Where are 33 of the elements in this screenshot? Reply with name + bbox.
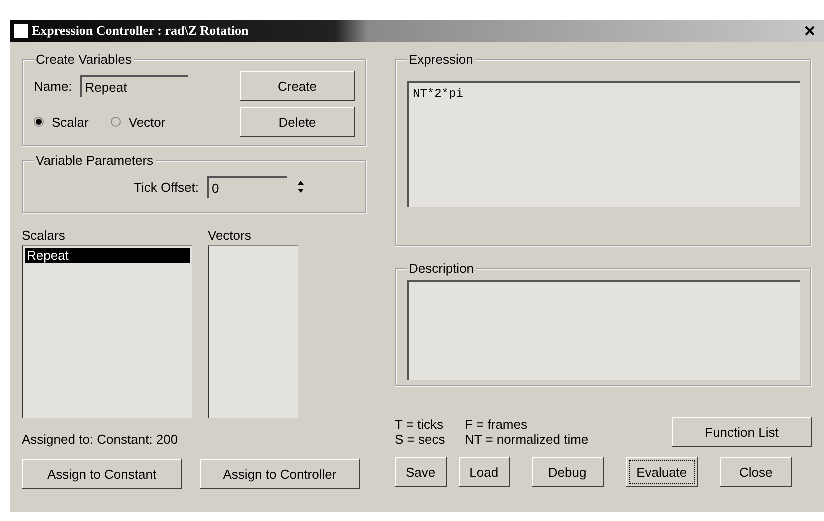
list-item[interactable]: Repeat: [25, 248, 190, 263]
dialog-button[interactable]: Debug: [532, 457, 604, 487]
expression-field[interactable]: NT*2*pi: [407, 81, 800, 207]
app-icon: [14, 24, 28, 38]
tick-offset-label: Tick Offset:: [134, 180, 200, 194]
dialog-button[interactable]: Save: [395, 457, 447, 487]
function-list-button[interactable]: Function List: [672, 417, 812, 447]
radio-button[interactable]: Scalar: [34, 114, 89, 130]
dialog-button[interactable]: Evaluate: [626, 457, 698, 487]
description-field[interactable]: [407, 280, 800, 380]
assigned-to-text: Assigned to: Constant: 200: [22, 432, 180, 447]
legend-text: NT = normalized time: [465, 432, 589, 447]
list-title: Vectors: [208, 228, 252, 243]
dialog-button[interactable]: Close: [720, 457, 792, 487]
group-title: Expression: [408, 52, 474, 67]
group-title: Description: [408, 261, 476, 276]
tick-offset-field[interactable]: 0: [207, 176, 288, 198]
list-title: Scalars: [22, 228, 66, 243]
legend-text: F = frames: [465, 417, 528, 432]
dialog-button[interactable]: Load: [458, 457, 510, 487]
legend-text: T = ticks: [395, 417, 445, 432]
legend-text: S = secs: [395, 432, 446, 447]
create-button[interactable]: Create: [240, 71, 355, 101]
delete-button[interactable]: Delete: [240, 107, 355, 137]
scalars-list[interactable]: Repeat: [22, 245, 192, 418]
assign-button[interactable]: Assign to Controller: [200, 459, 360, 489]
window-title: Expression Controller : rad\Z Rotation: [32, 23, 250, 39]
assign-button[interactable]: Assign to Constant: [22, 459, 182, 489]
name-field[interactable]: Repeat: [80, 75, 188, 97]
name-label: Name:: [34, 78, 72, 94]
group-title: Variable Parameters: [35, 153, 155, 168]
radio-button[interactable]: Vector: [110, 114, 166, 130]
group-title: Create Variables: [35, 52, 133, 67]
